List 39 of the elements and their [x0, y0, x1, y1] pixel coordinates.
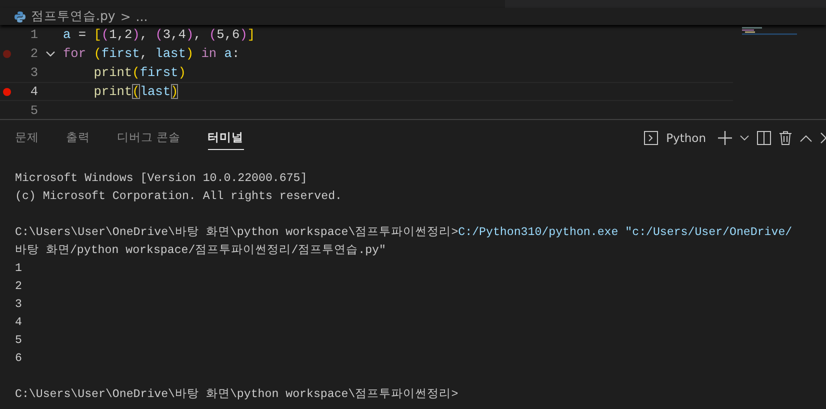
panel-tab[interactable]: 터미널 — [208, 126, 244, 150]
terminal-line: 2 — [15, 280, 22, 293]
breadcrumb-separator: > — [120, 9, 131, 24]
line-number: 4 — [29, 84, 38, 99]
line-number: 1 — [29, 27, 38, 42]
code-line: print(first) — [92, 65, 186, 80]
line-number: 5 — [29, 103, 38, 118]
line-number: 3 — [29, 65, 38, 80]
terminal-icon[interactable] — [644, 131, 658, 145]
code-line: for (first, last) in a: — [63, 46, 240, 61]
terminal-name[interactable]: Python — [666, 131, 706, 145]
line-number: 2 — [29, 46, 38, 61]
breakpoint-dot[interactable] — [3, 50, 11, 58]
terminal-line: 3 — [15, 298, 22, 311]
terminal-line: (c) Microsoft Corporation. All rights reserved. — [15, 190, 342, 203]
split-icon[interactable] — [757, 131, 771, 145]
minimap-drawing — [742, 27, 797, 35]
python-icon — [14, 10, 26, 22]
file-name[interactable]: 점프투연습.py — [31, 8, 116, 25]
terminal-line: 5 — [15, 334, 22, 347]
code-line: a = [(1,2), (3,4), (5,6)] — [63, 27, 256, 42]
terminal-line: C:\Users\User\OneDrive\바탕 화면\python workspace\점프투파이썬정리> — [15, 388, 458, 401]
terminal-line: 바탕 화면/python workspace/점프투파이썬정리/점프투연습.py" — [15, 244, 386, 257]
chevron-up-icon[interactable] — [800, 134, 812, 142]
panel-tab[interactable]: 디버그 콘솔 — [117, 126, 181, 150]
chevron-down-icon[interactable] — [46, 50, 55, 56]
panel-tab[interactable]: 출력 — [66, 126, 90, 150]
chevron-down-icon[interactable] — [740, 135, 749, 141]
plus-icon[interactable] — [718, 131, 732, 145]
terminal-line: 4 — [15, 316, 22, 329]
panel-tab[interactable]: 문제 — [15, 126, 39, 150]
terminal-line: Microsoft Windows [Version 10.0.22000.675] — [15, 172, 308, 185]
terminal-line: 1 — [15, 262, 22, 275]
code-line: print(last) — [92, 84, 178, 99]
terminal-line: C:\Users\User\OneDrive\바탕 화면\python workspace\점프투파이썬정리>C:/Python310/python.exe "c:/Users/User/OneDrive/ — [15, 226, 792, 239]
breadcrumb-more[interactable]: ... — [136, 9, 148, 24]
trash-icon[interactable] — [779, 131, 792, 145]
breakpoint-dot[interactable] — [3, 88, 11, 96]
terminal-line: 6 — [15, 352, 22, 365]
